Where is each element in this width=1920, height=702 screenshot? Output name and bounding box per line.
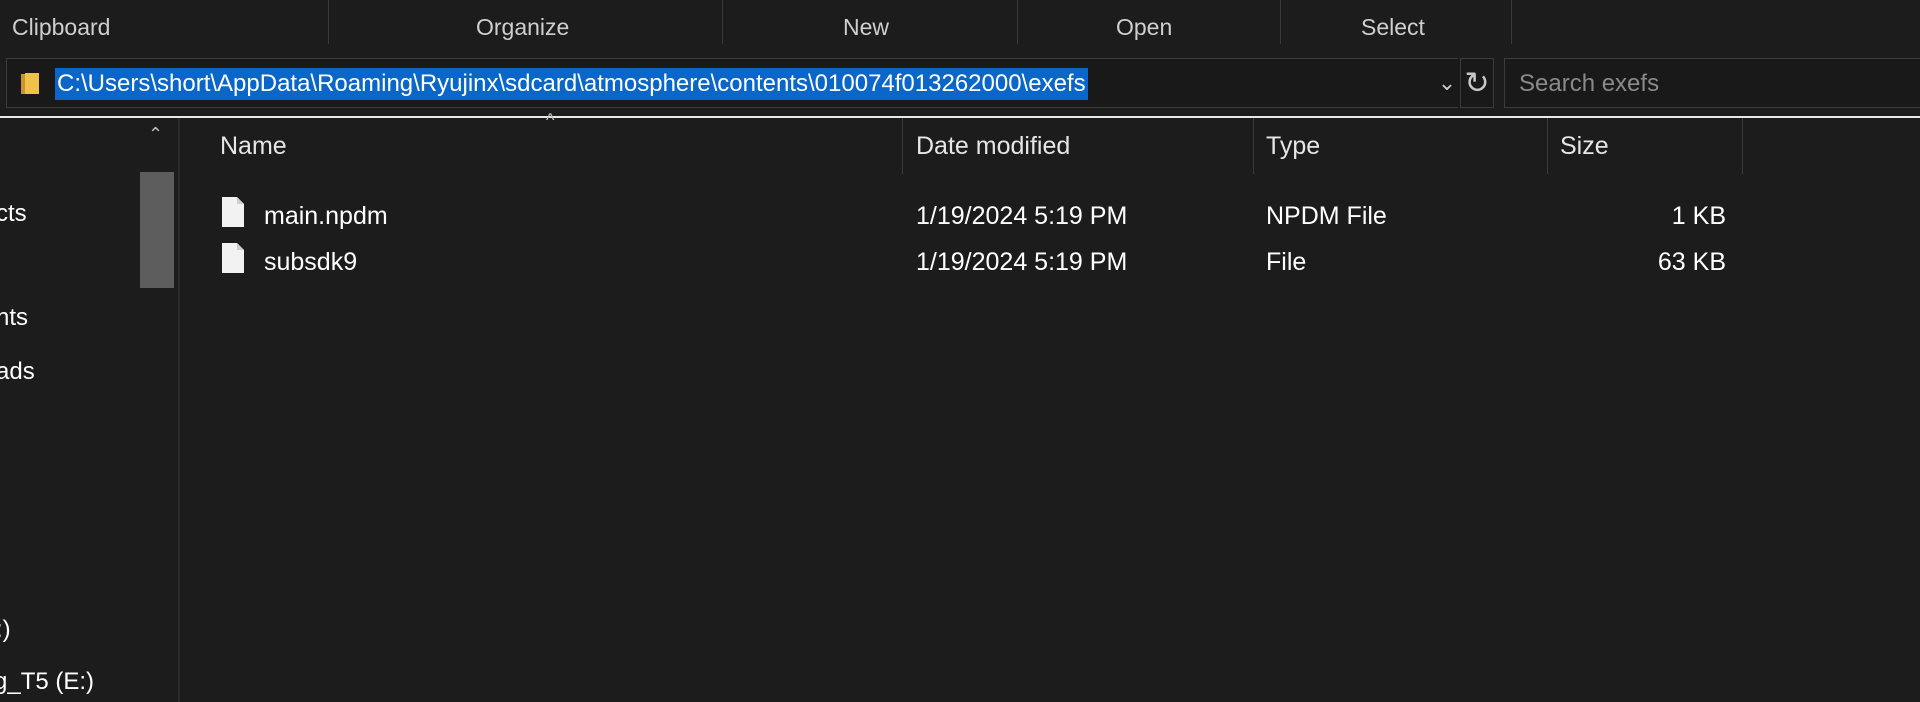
file-name[interactable]: subsdk9 [264, 248, 357, 277]
ribbon-separator [1511, 0, 1512, 44]
ribbon-separator [1017, 0, 1018, 44]
file-icon [222, 243, 244, 273]
nav-item[interactable]: cts [0, 200, 27, 228]
refresh-icon[interactable]: ↻ [1460, 58, 1494, 108]
nav-item[interactable]: ads [0, 358, 35, 386]
column-header-date[interactable]: Date modified [916, 132, 1070, 161]
column-header-type[interactable]: Type [1266, 132, 1320, 161]
column-separator[interactable] [1253, 118, 1254, 174]
folder-icon [21, 73, 39, 94]
ribbon-separator [1280, 0, 1281, 44]
ribbon-group-open[interactable]: Open [1116, 14, 1172, 41]
address-path[interactable]: C:\Users\short\AppData\Roaming\Ryujinx\s… [55, 68, 1088, 100]
file-icon [222, 197, 244, 227]
column-separator[interactable] [902, 118, 903, 174]
file-type: NPDM File [1266, 202, 1387, 230]
file-list: ^ Name Date modified Type Size main.npdm… [180, 110, 1920, 702]
ribbon: Clipboard Organize New Open Select [0, 0, 1920, 56]
column-separator[interactable] [1742, 118, 1743, 174]
search-box[interactable] [1504, 58, 1920, 108]
sort-ascending-icon: ^ [546, 110, 555, 130]
file-row[interactable]: subsdk9 1/19/2024 5:19 PM File 63 KB [220, 242, 1780, 284]
address-row: C:\Users\short\AppData\Roaming\Ryujinx\s… [0, 56, 1920, 116]
file-date: 1/19/2024 5:19 PM [916, 248, 1128, 276]
file-row[interactable]: main.npdm 1/19/2024 5:19 PM NPDM File 1 … [220, 196, 1780, 238]
file-type: File [1266, 248, 1307, 276]
ribbon-group-select[interactable]: Select [1361, 14, 1425, 41]
ribbon-separator [722, 0, 723, 44]
navigation-pane: ⌃ cts nts ads :) g_T5 (E:) [0, 118, 178, 702]
nav-item[interactable]: nts [0, 304, 28, 332]
file-size: 63 KB [1657, 248, 1726, 276]
file-name[interactable]: main.npdm [264, 202, 388, 231]
nav-scrollbar-thumb[interactable] [140, 172, 174, 288]
file-size: 1 KB [1671, 202, 1726, 230]
column-separator[interactable] [1547, 118, 1548, 174]
ribbon-separator [328, 0, 329, 44]
column-header-name[interactable]: Name [220, 132, 287, 161]
ribbon-group-new[interactable]: New [843, 14, 889, 41]
file-date: 1/19/2024 5:19 PM [916, 202, 1128, 230]
ribbon-group-clipboard[interactable]: Clipboard [12, 14, 110, 41]
column-header-size[interactable]: Size [1560, 132, 1609, 161]
nav-item[interactable]: g_T5 (E:) [0, 668, 94, 696]
scroll-up-icon[interactable]: ⌃ [148, 124, 163, 145]
nav-item[interactable]: :) [0, 616, 11, 644]
address-bar[interactable]: C:\Users\short\AppData\Roaming\Ryujinx\s… [6, 58, 1465, 108]
ribbon-group-organize[interactable]: Organize [476, 14, 569, 41]
search-input[interactable] [1517, 67, 1901, 101]
